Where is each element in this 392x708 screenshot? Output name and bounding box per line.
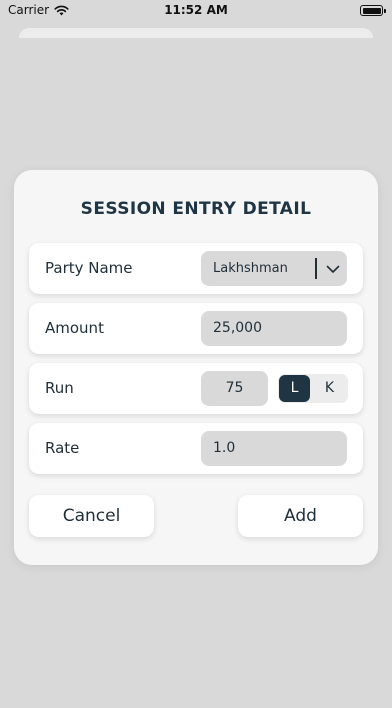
add-button[interactable]: Add xyxy=(238,495,363,537)
rate-input[interactable]: 1.0 xyxy=(201,431,347,466)
run-label: Run xyxy=(45,379,74,397)
rate-row: Rate 1.0 xyxy=(29,423,363,474)
battery-icon xyxy=(360,5,386,16)
amount-input[interactable]: 25,000 xyxy=(201,311,347,346)
run-unit-k-option[interactable]: K xyxy=(314,375,345,402)
session-entry-dialog: SESSION ENTRY DETAIL Party Name Lakhshma… xyxy=(14,170,378,565)
party-name-label: Party Name xyxy=(45,259,133,277)
party-name-dropdown[interactable]: Lakhshman xyxy=(201,251,347,286)
rate-label: Rate xyxy=(45,439,80,457)
run-row: Run 75 L K xyxy=(29,363,363,414)
run-input[interactable]: 75 xyxy=(201,371,268,406)
amount-row: Amount 25,000 xyxy=(29,303,363,354)
cancel-button[interactable]: Cancel xyxy=(29,495,154,537)
party-name-value: Lakhshman xyxy=(213,261,288,276)
status-bar: Carrier 11:52 AM xyxy=(0,0,392,22)
dialog-title: SESSION ENTRY DETAIL xyxy=(80,199,312,219)
run-unit-l-option[interactable]: L xyxy=(279,375,310,402)
amount-label: Amount xyxy=(45,319,104,337)
dropdown-divider xyxy=(315,258,317,279)
run-unit-toggle: L K xyxy=(278,374,348,403)
clock: 11:52 AM xyxy=(164,3,228,17)
chevron-down-icon[interactable] xyxy=(325,261,341,277)
party-name-row: Party Name Lakhshman xyxy=(29,243,363,294)
